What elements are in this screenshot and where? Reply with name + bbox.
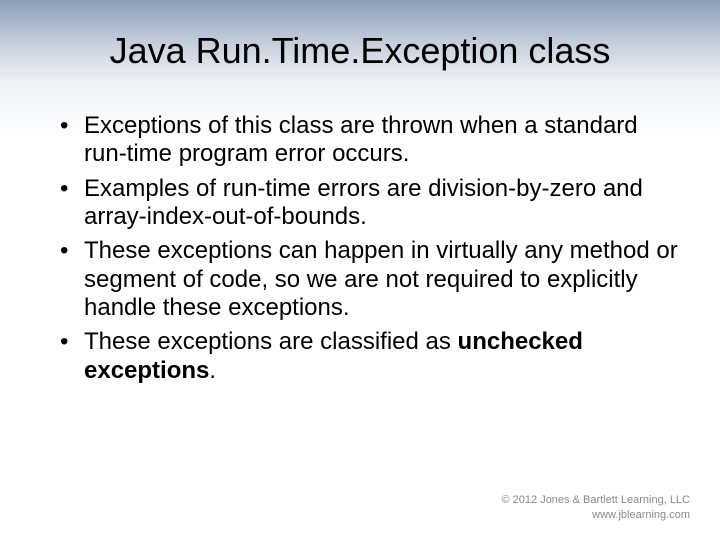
bullet-text: Examples of run-time errors are division… <box>84 175 643 230</box>
slide: Java Run.Time.Exception class Exceptions… <box>0 0 720 540</box>
list-item: Examples of run-time errors are division… <box>60 175 680 232</box>
list-item: These exceptions can happen in virtually… <box>60 237 680 322</box>
bullet-text: These exceptions can happen in virtually… <box>84 237 678 321</box>
list-item: These exceptions are classified as unche… <box>60 328 680 385</box>
url-line: www.jblearning.com <box>502 508 691 522</box>
bullet-text: Exceptions of this class are thrown when… <box>84 112 638 167</box>
list-item: Exceptions of this class are thrown when… <box>60 112 680 169</box>
bullet-list: Exceptions of this class are thrown when… <box>40 112 680 385</box>
slide-title: Java Run.Time.Exception class <box>40 30 680 72</box>
footer: © 2012 Jones & Bartlett Learning, LLC ww… <box>502 493 691 522</box>
bullet-prefix: These exceptions are classified as <box>84 328 458 355</box>
bullet-suffix: . <box>209 357 216 384</box>
copyright-line: © 2012 Jones & Bartlett Learning, LLC <box>502 493 691 507</box>
